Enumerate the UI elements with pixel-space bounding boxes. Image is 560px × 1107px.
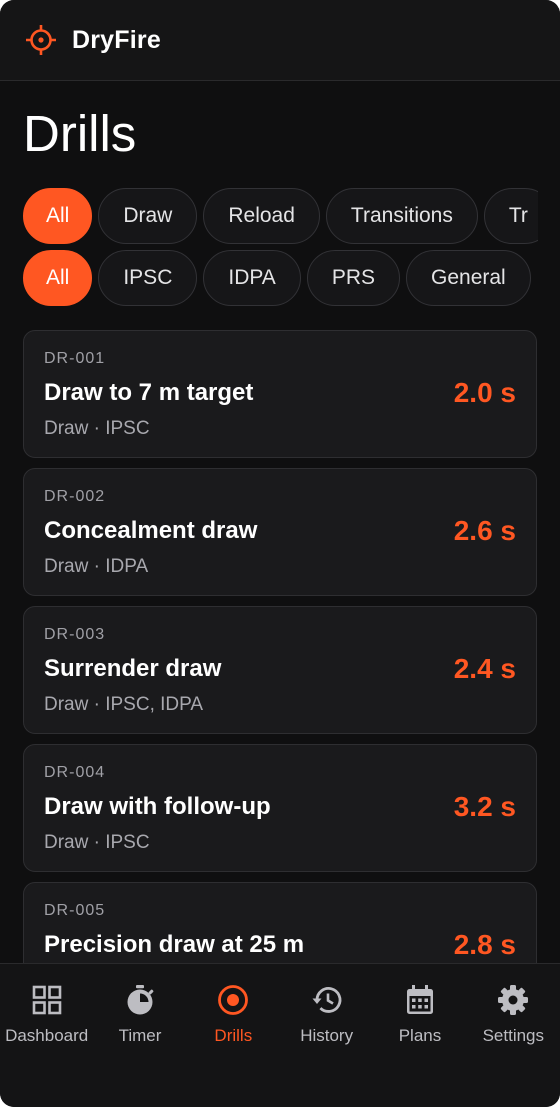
discipline-chip-general[interactable]: General [406, 250, 531, 306]
stopwatch-icon [127, 985, 154, 1015]
drill-card[interactable]: DR-001 Draw to 7 m target Draw · IPSC 2.… [23, 330, 537, 458]
category-chip-partial[interactable]: Tr [483, 188, 538, 244]
discipline-chip-all[interactable]: All [23, 250, 93, 306]
discipline-chip-prs[interactable]: PRS [306, 250, 401, 306]
drill-title: Draw with follow-up [44, 793, 271, 820]
drill-meta: Draw · IDPA [44, 556, 149, 577]
category-filter-row[interactable]: All Draw Reload Transitions Tr [23, 188, 538, 246]
nav-label: Dashboard [5, 1026, 89, 1045]
drill-meta: Draw · IPSC, IDPA [44, 694, 204, 715]
drill-par-time: 2.6 s [453, 515, 516, 546]
drill-title: Surrender draw [44, 655, 222, 682]
nav-plans[interactable]: Plans [373, 964, 466, 1107]
drill-id: DR-001 [44, 350, 106, 367]
drill-par-time: 2.0 s [453, 377, 516, 408]
history-icon [312, 987, 342, 1013]
calendar-icon [406, 985, 433, 1014]
nav-label: Plans [398, 1026, 442, 1045]
nav-label: History [300, 1026, 354, 1045]
drill-list: DR-001 Draw to 7 m target Draw · IPSC 2.… [23, 330, 537, 1020]
discipline-filter-row[interactable]: All IPSC IDPA PRS General [23, 250, 538, 308]
nav-label: Timer [118, 1026, 162, 1045]
category-chip-all[interactable]: All [23, 188, 93, 244]
category-chip-transitions[interactable]: Transitions [325, 188, 478, 244]
target-icon [218, 985, 249, 1015]
drill-id: DR-004 [44, 764, 106, 781]
drill-id: DR-003 [44, 626, 106, 643]
discipline-chip-idpa[interactable]: IDPA [203, 250, 301, 306]
page-title: Drills [23, 105, 137, 162]
nav-history[interactable]: History [280, 964, 373, 1107]
dashboard-icon [32, 985, 61, 1015]
drill-card[interactable]: DR-004 Draw with follow-up Draw · IPSC 3… [23, 744, 537, 872]
drill-title: Precision draw at 25 m [44, 931, 305, 958]
nav-label: Drills [214, 1026, 253, 1045]
drill-id: DR-002 [44, 488, 106, 505]
discipline-chip-ipsc[interactable]: IPSC [98, 250, 198, 306]
drill-par-time: 2.8 s [453, 929, 516, 960]
nav-settings[interactable]: Settings [467, 964, 560, 1107]
gear-icon [498, 985, 529, 1015]
drill-par-time: 2.4 s [453, 653, 516, 684]
drill-par-time: 3.2 s [453, 791, 516, 822]
bottom-navigation: Dashboard Timer Drills History Plans Set… [0, 963, 560, 1107]
drill-meta: Draw · IPSC [44, 832, 150, 853]
nav-dashboard[interactable]: Dashboard [0, 964, 93, 1107]
crosshair-icon [26, 25, 56, 55]
category-chip-reload[interactable]: Reload [203, 188, 320, 244]
drill-title: Concealment draw [44, 517, 258, 544]
category-chip-draw[interactable]: Draw [98, 188, 198, 244]
nav-timer[interactable]: Timer [93, 964, 186, 1107]
drill-card[interactable]: DR-003 Surrender draw Draw · IPSC, IDPA … [23, 606, 537, 734]
app-title: DryFire [72, 25, 161, 54]
drill-meta: Draw · IPSC [44, 418, 150, 439]
drill-id: DR-005 [44, 902, 106, 919]
nav-drills[interactable]: Drills [187, 964, 280, 1107]
nav-label: Settings [482, 1026, 545, 1045]
drill-title: Draw to 7 m target [44, 379, 254, 406]
drill-card[interactable]: DR-002 Concealment draw Draw · IDPA 2.6 … [23, 468, 537, 596]
top-bar: DryFire [0, 0, 560, 81]
app-frame: DryFire Drills All Draw Reload Transitions T… [0, 0, 560, 1107]
